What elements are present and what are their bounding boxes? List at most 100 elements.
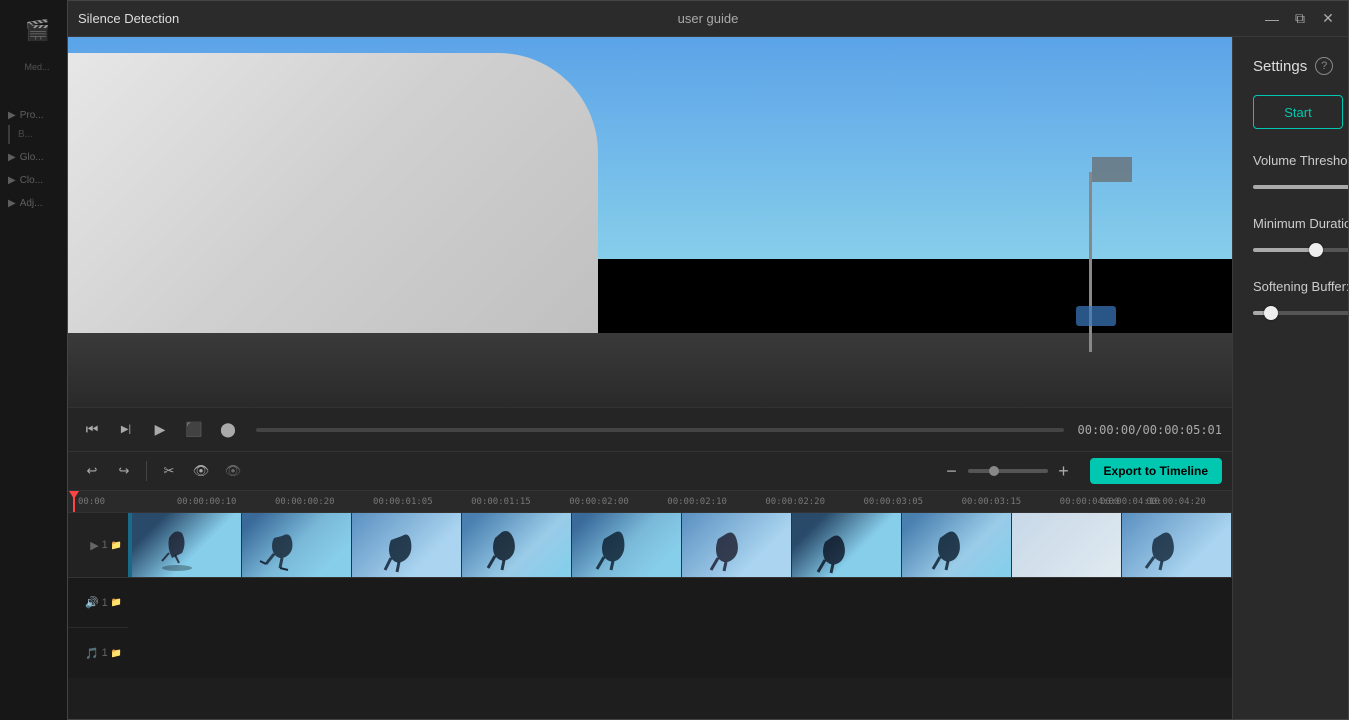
ramp-shape <box>68 53 598 333</box>
skip-back-button[interactable]: ⏮ <box>78 416 106 444</box>
ruler-marker-3: 00:00:01:05 <box>373 497 433 507</box>
title-bar-controls: — ⧉ ✕ <box>1262 9 1338 29</box>
frame-content-3 <box>352 513 461 577</box>
volume-threshold-slider[interactable] <box>1253 185 1348 189</box>
close-button[interactable]: ✕ <box>1318 9 1338 29</box>
ruler-marker-9: 00:00:03:15 <box>962 497 1022 507</box>
zoom-in-button[interactable]: + <box>1050 457 1078 485</box>
export-to-timeline-button[interactable]: Export to Timeline <box>1090 458 1222 484</box>
music-track-icon: 🎵 <box>85 647 99 660</box>
zoom-controls: − + <box>938 457 1078 485</box>
skater-silhouette-1 <box>147 523 207 573</box>
ruler-marker-8: 00:00:03:05 <box>863 497 923 507</box>
film-frame-10 <box>1122 513 1232 577</box>
volume-threshold-group: Volume Threshold: 44 % <box>1253 153 1348 194</box>
skater-silhouette-8 <box>918 526 978 576</box>
redo-button[interactable]: ↪ <box>110 457 138 485</box>
zoom-slider[interactable] <box>968 469 1048 473</box>
silence-detection-modal: Silence Detection user guide — ⧉ ✕ <box>67 0 1349 720</box>
flag-shape <box>1092 157 1132 182</box>
film-frame-9 <box>1012 513 1122 577</box>
track-container: ▶ 1 📁 🔊 1 📁 🎵 1 📁 <box>68 513 1232 678</box>
timeline-ruler: 00:00 00:00:00:10 00:00:00:20 00:00:01:0… <box>68 491 1232 513</box>
ground-shape <box>68 333 1232 407</box>
help-label: ? <box>1321 60 1327 72</box>
title-bar: Silence Detection user guide — ⧉ ✕ <box>68 1 1348 37</box>
track-labels: ▶ 1 📁 🔊 1 📁 🎵 1 📁 <box>68 513 128 678</box>
film-frame-6 <box>682 513 792 577</box>
play-button[interactable]: ▶ <box>146 416 174 444</box>
frame-content-7 <box>792 513 901 577</box>
music-track-folder-icon: 📁 <box>111 648 122 659</box>
volume-threshold-label: Volume Threshold: <box>1253 153 1348 168</box>
ruler-marker-12: 00:00:04:20 <box>1146 497 1206 507</box>
video-track-folder-icon: 📁 <box>111 540 122 551</box>
audio-track-icon: 🔊 <box>85 596 99 609</box>
minimum-duration-group: Minimum Duration: 0.5 s <box>1253 216 1348 257</box>
music-track-label: 🎵 1 📁 <box>68 628 128 678</box>
settings-header: Settings ? <box>1253 57 1348 75</box>
video-frame <box>68 37 1232 407</box>
frame-content-6 <box>682 513 791 577</box>
softening-buffer-label: Softening Buffer: <box>1253 279 1348 294</box>
audio-track[interactable] <box>128 578 1232 628</box>
film-frame-2 <box>242 513 352 577</box>
volume-threshold-slider-row: 44 % <box>1253 180 1348 194</box>
start-button[interactable]: Start <box>1253 95 1343 129</box>
minimum-duration-slider-row: 0.5 s <box>1253 243 1348 257</box>
playhead-triangle <box>69 491 79 499</box>
video-filmstrip-track[interactable] <box>128 513 1232 578</box>
stop-button[interactable]: ⬛ <box>180 416 208 444</box>
track-content <box>128 513 1232 678</box>
settings-title: Settings <box>1253 58 1307 75</box>
blue-accent <box>1076 306 1116 326</box>
frame-content-9 <box>1012 513 1121 577</box>
ruler-marker-2: 00:00:00:20 <box>275 497 335 507</box>
audio-waveform <box>128 578 1232 628</box>
minimum-duration-slider[interactable] <box>1253 248 1348 252</box>
skater-silhouette-5 <box>582 526 642 576</box>
video-track-label: ▶ 1 📁 <box>68 513 128 578</box>
maximize-button[interactable]: ⧉ <box>1290 9 1310 29</box>
skater-silhouette-4 <box>474 526 534 576</box>
video-timeline-area: ⏮ ▶| ▶ ⬛ ⬤ 00:00:00/00:00:05:01 ↩ ↪ ✂ 👁 … <box>68 37 1232 719</box>
undo-button[interactable]: ↩ <box>78 457 106 485</box>
settings-panel: Settings ? Start Volume Threshold: 44 % … <box>1232 37 1348 719</box>
playhead[interactable] <box>73 491 75 512</box>
user-guide-label: user guide <box>678 11 739 26</box>
ruler-marker-0: 00:00 <box>78 497 105 507</box>
progress-bar[interactable] <box>256 428 1064 432</box>
filmstrip <box>132 513 1232 577</box>
frame-content-1 <box>132 513 241 577</box>
cut-button[interactable]: ✂ <box>155 457 183 485</box>
eye-slash-button[interactable]: 👁 <box>219 457 247 485</box>
video-preview <box>68 37 1232 407</box>
audio-track-folder-icon: 📁 <box>111 597 122 608</box>
time-display: 00:00:00/00:00:05:01 <box>1078 423 1223 437</box>
film-frame-1 <box>132 513 242 577</box>
ruler-track: 00:00 00:00:00:10 00:00:00:20 00:00:01:0… <box>73 491 1227 512</box>
help-icon[interactable]: ? <box>1315 57 1333 75</box>
eye-button[interactable]: 👁 <box>187 457 215 485</box>
minimize-button[interactable]: — <box>1262 9 1282 29</box>
zoom-out-button[interactable]: − <box>938 457 966 485</box>
ruler-marker-7: 00:00:02:20 <box>765 497 825 507</box>
main-content: ⏮ ▶| ▶ ⬛ ⬤ 00:00:00/00:00:05:01 ↩ ↪ ✂ 👁 … <box>68 37 1348 719</box>
video-track-icon: ▶ <box>90 539 98 552</box>
softening-buffer-slider[interactable] <box>1253 311 1348 315</box>
modal-center-title: user guide <box>678 11 739 26</box>
music-track-number: 1 <box>102 647 108 659</box>
ruler-marker-6: 00:00:02:10 <box>667 497 727 507</box>
frame-content-8 <box>902 513 1011 577</box>
loop-button[interactable]: ⬤ <box>214 416 242 444</box>
ruler-marker-5: 00:00:02:00 <box>569 497 629 507</box>
music-track[interactable] <box>128 628 1232 678</box>
playback-controls: ⏮ ▶| ▶ ⬛ ⬤ 00:00:00/00:00:05:01 <box>68 407 1232 451</box>
frame-content-4 <box>462 513 571 577</box>
film-frame-3 <box>352 513 462 577</box>
skater-silhouette-2 <box>252 526 312 576</box>
title-bar-left: Silence Detection <box>78 11 179 26</box>
audio-track-label: 🔊 1 📁 <box>68 578 128 628</box>
separator-1 <box>146 461 147 481</box>
frame-back-button[interactable]: ▶| <box>112 416 140 444</box>
